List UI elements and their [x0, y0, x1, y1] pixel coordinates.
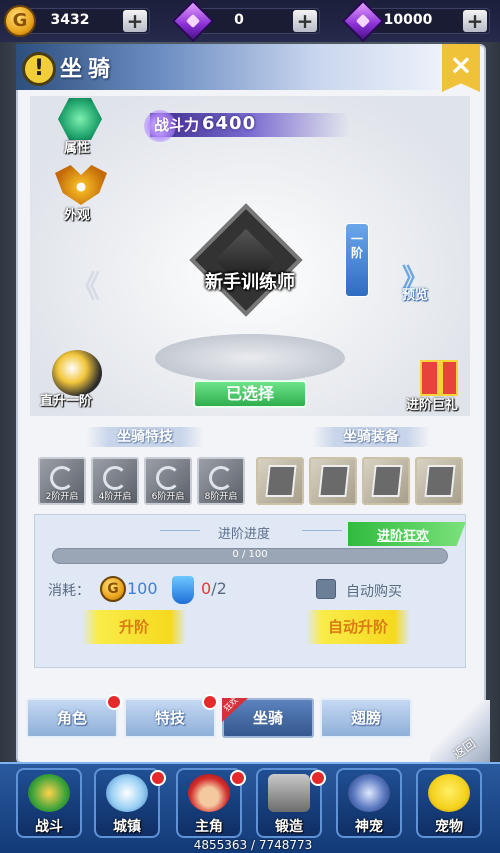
- gold-display: 3432 +: [20, 8, 150, 34]
- add-gem-button[interactable]: +: [293, 10, 317, 32]
- appearance-label[interactable]: 外观: [64, 204, 90, 223]
- cost-coin-amount: 100: [127, 579, 158, 598]
- preview-label[interactable]: 预览: [402, 284, 428, 303]
- notification-dot: [310, 770, 326, 786]
- gift-box-icon[interactable]: [420, 360, 458, 396]
- rank-name: 新手训练师: [205, 272, 295, 293]
- upgrade-button[interactable]: 升阶: [82, 610, 186, 644]
- skill-slot-label: 4阶开启: [98, 492, 132, 502]
- notification-dot: [150, 770, 166, 786]
- notification-dot: [230, 770, 246, 786]
- skill-slot[interactable]: 6阶开启: [144, 457, 192, 505]
- alert-icon: !: [22, 52, 56, 86]
- nav-town-label: 城镇: [113, 819, 141, 835]
- equip-section-title: 坐骑装备: [312, 427, 430, 447]
- pet-icon: [428, 774, 470, 812]
- nav-hero-label: 主角: [195, 819, 223, 835]
- nav-divine-pet-label: 神宠: [355, 819, 383, 835]
- equip-slot[interactable]: [362, 457, 410, 505]
- skill-slot[interactable]: 8阶开启: [197, 457, 245, 505]
- add-gold-button[interactable]: +: [123, 10, 147, 32]
- prev-arrow-icon[interactable]: 《: [70, 262, 100, 306]
- nav-pet-label: 宠物: [435, 819, 463, 835]
- power-label: 战斗力: [154, 116, 200, 134]
- gold-coin-icon: G: [4, 5, 36, 37]
- upgrade-potion-icon[interactable]: [172, 576, 194, 604]
- cost-label: 消耗：: [48, 583, 90, 599]
- close-icon: ×: [449, 48, 473, 81]
- forge-icon: [268, 774, 310, 812]
- item-have: 0: [201, 579, 212, 598]
- panel-title: 坐骑: [60, 57, 117, 82]
- equip-slot[interactable]: [256, 457, 304, 505]
- auto-buy-checkbox[interactable]: [316, 579, 336, 599]
- gold-coin-icon: G: [100, 576, 126, 602]
- divider: [302, 530, 342, 531]
- auto-upgrade-button[interactable]: 自动升阶: [306, 610, 410, 644]
- nav-divine-pet[interactable]: 神宠: [336, 768, 402, 838]
- notification-dot: [106, 694, 122, 710]
- hp-readout: 4855363 / 7748773: [193, 838, 313, 852]
- cost-item-count: 0/2: [201, 579, 227, 598]
- notification-dot: [202, 694, 218, 710]
- skills-section-title: 坐骑特技: [86, 427, 204, 447]
- battle-icon: [28, 774, 70, 812]
- nav-battle-label: 战斗: [35, 819, 63, 835]
- direct-upgrade-label[interactable]: 直升一阶: [40, 390, 92, 409]
- progress-text: 0 / 100: [232, 549, 268, 560]
- equip-slot[interactable]: [415, 457, 463, 505]
- add-bound-gem-button[interactable]: +: [463, 10, 487, 32]
- upgrade-carnival-link[interactable]: 进阶狂欢: [348, 525, 458, 544]
- skill-slot-label: 2阶开启: [45, 492, 79, 502]
- selected-button[interactable]: 已选择: [193, 380, 307, 408]
- nav-battle[interactable]: 战斗: [16, 768, 82, 838]
- divine-pet-icon: [348, 774, 390, 812]
- mount-pedestal: [155, 334, 345, 382]
- equip-slot[interactable]: [309, 457, 357, 505]
- tab-role[interactable]: 角色: [26, 698, 118, 738]
- item-need: /2: [211, 579, 227, 598]
- town-icon: [106, 774, 148, 812]
- step-badge: 一 阶: [345, 223, 369, 297]
- power-value: 6400: [202, 113, 257, 134]
- skill-slot[interactable]: 4阶开启: [91, 457, 139, 505]
- attribute-label[interactable]: 属性: [64, 137, 90, 156]
- nav-pet[interactable]: 宠物: [416, 768, 482, 838]
- hero-icon: [188, 774, 230, 812]
- divider: [160, 530, 200, 531]
- skill-slot-label: 6阶开启: [151, 492, 185, 502]
- upgrade-gift-label[interactable]: 进阶巨礼: [406, 394, 458, 413]
- skill-slot-label: 8阶开启: [204, 492, 238, 502]
- tab-wings[interactable]: 翅膀: [320, 698, 412, 738]
- skill-slot[interactable]: 2阶开启: [38, 457, 86, 505]
- nav-forge-label: 锻造: [275, 819, 303, 835]
- progress-title: 进阶进度: [218, 527, 271, 542]
- auto-buy-label[interactable]: 自动购买: [346, 581, 402, 601]
